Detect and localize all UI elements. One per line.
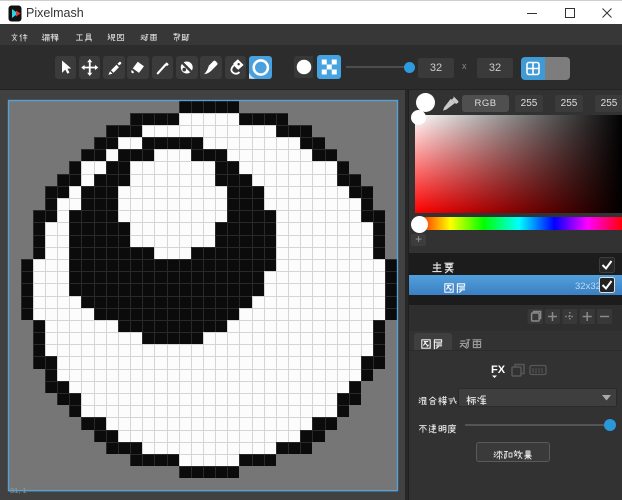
svg-text:FX: FX xyxy=(491,364,506,376)
svg-text:31, 1: 31, 1 xyxy=(10,486,27,495)
